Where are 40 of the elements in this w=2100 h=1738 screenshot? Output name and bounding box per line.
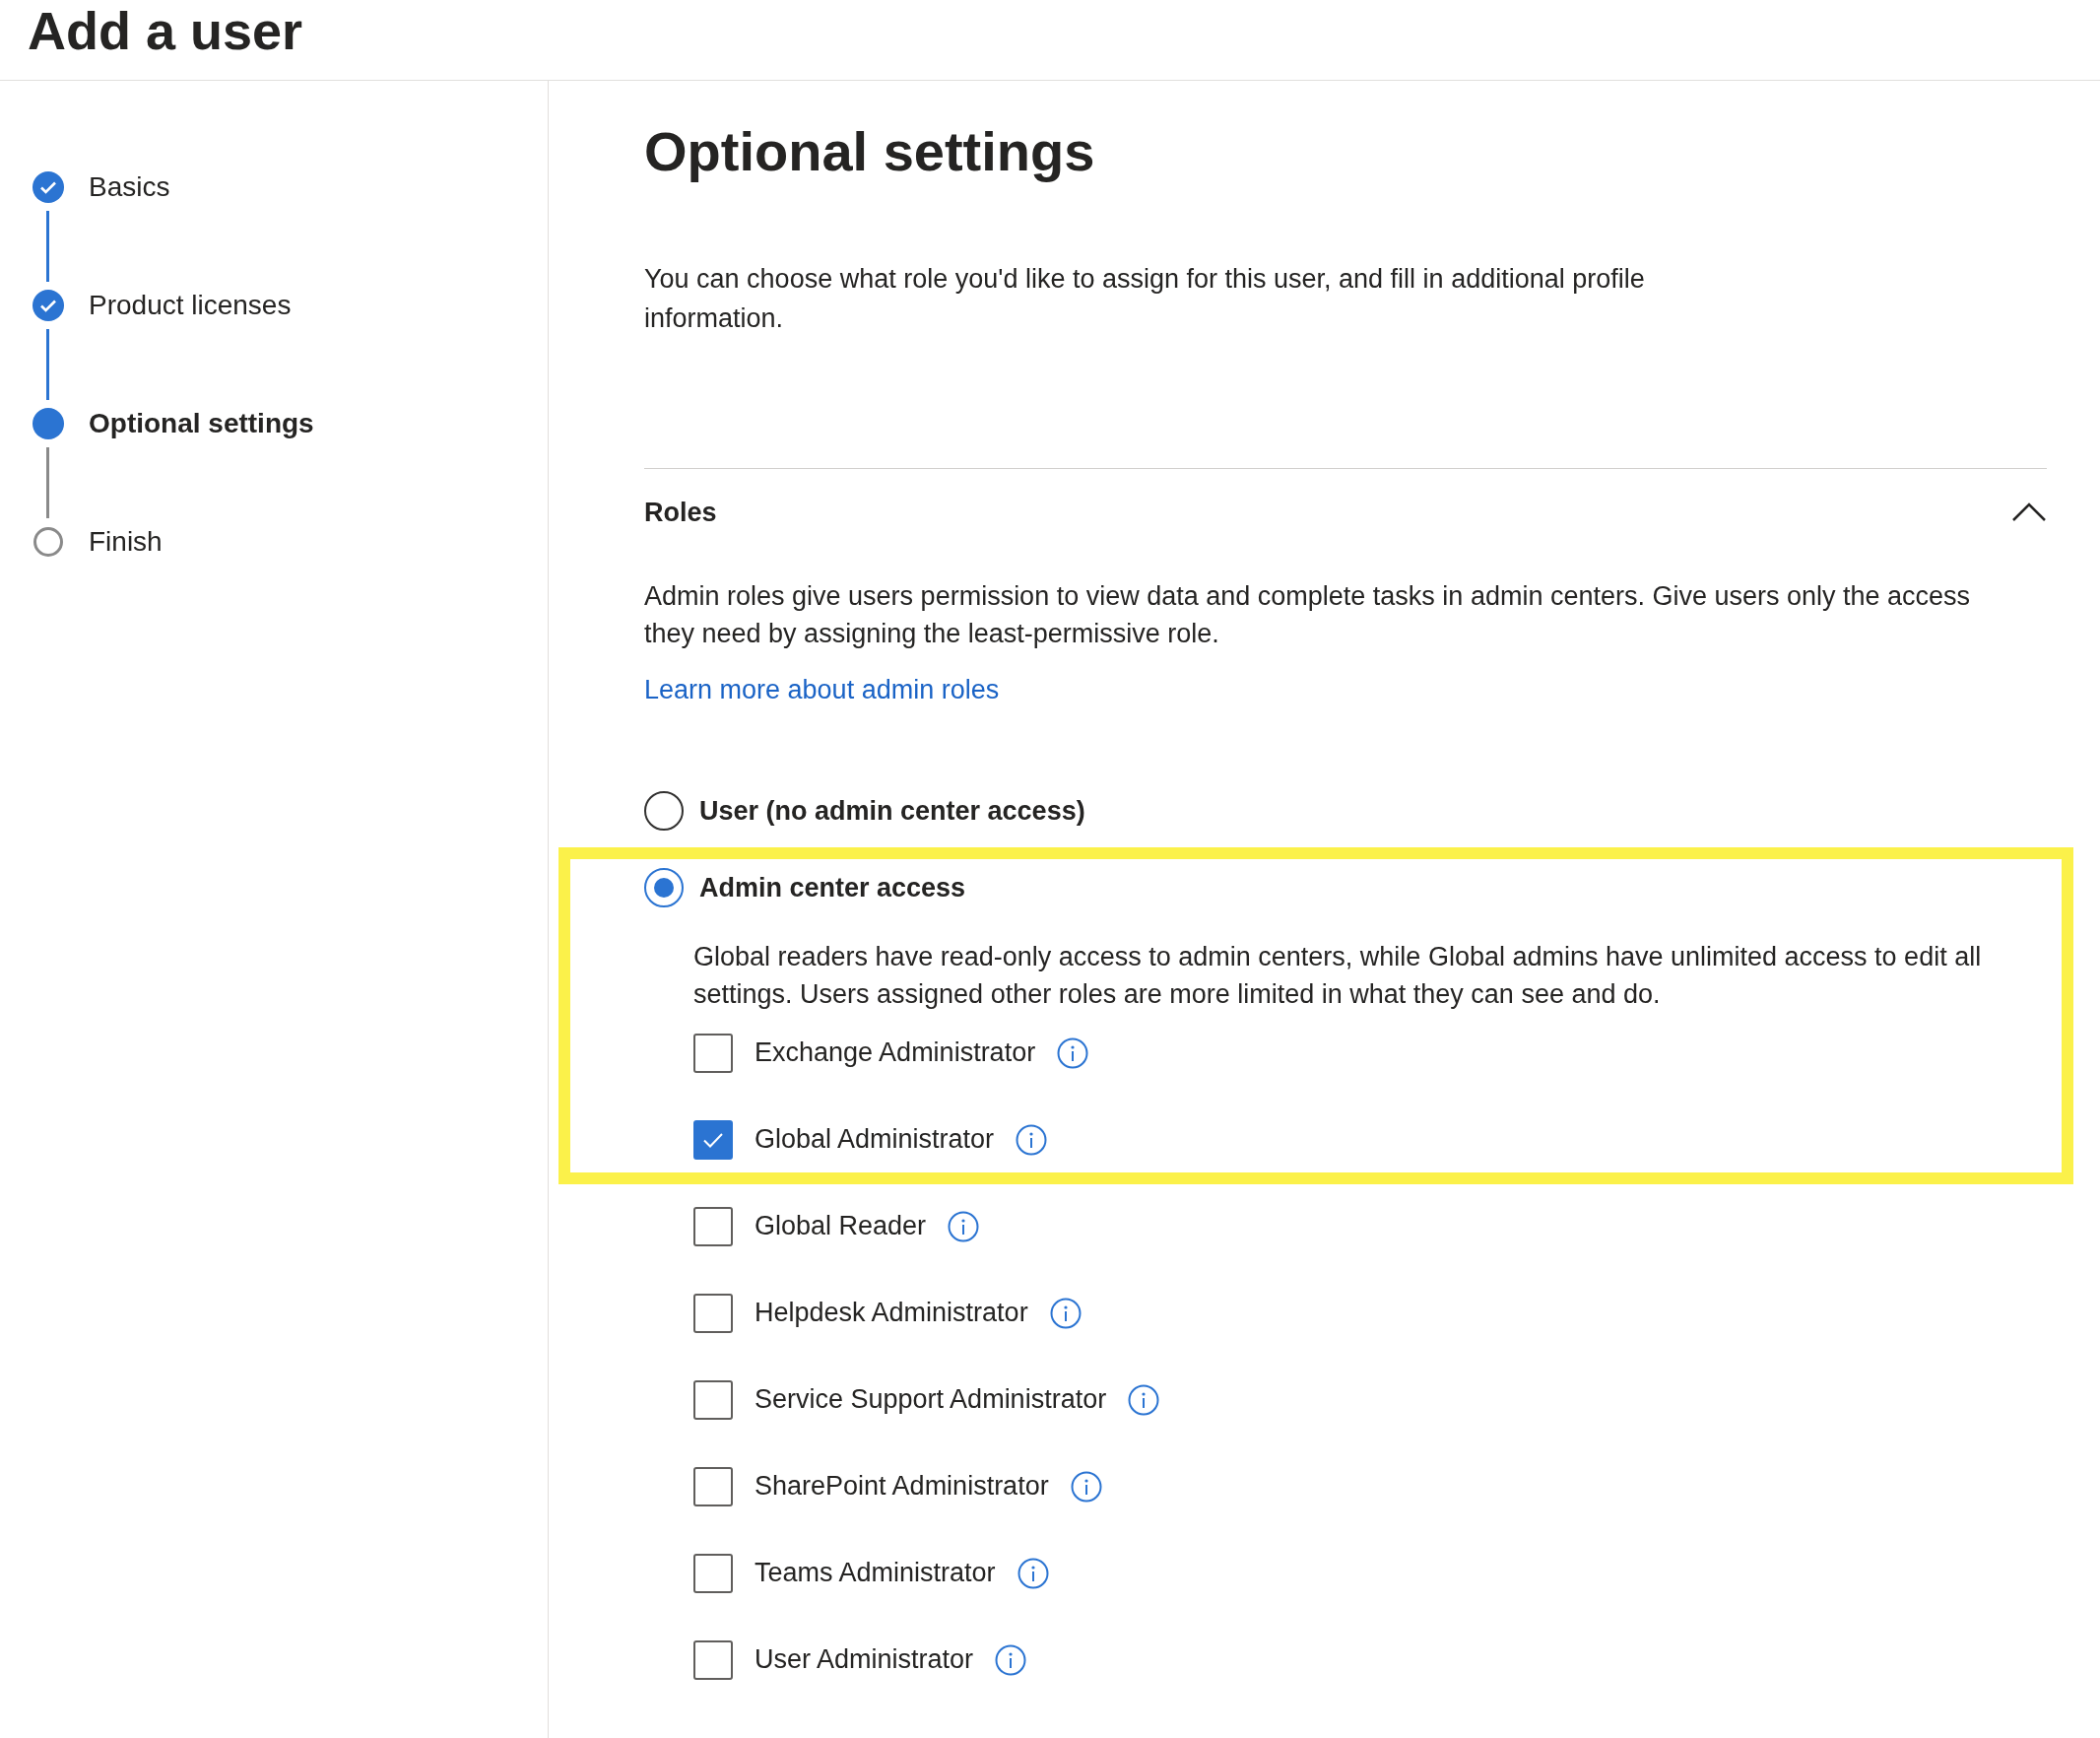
checkbox-label[interactable]: Global Reader bbox=[755, 1206, 927, 1246]
chevron-up-icon[interactable] bbox=[2011, 502, 2047, 523]
info-icon[interactable] bbox=[1016, 1123, 1048, 1156]
radio-label[interactable]: Admin center access bbox=[699, 868, 966, 908]
info-icon[interactable] bbox=[995, 1643, 1027, 1676]
page-title: Add a user bbox=[28, 3, 303, 57]
info-icon[interactable] bbox=[1049, 1297, 1082, 1329]
checkbox[interactable] bbox=[693, 1033, 733, 1073]
roles-heading: Roles bbox=[644, 496, 717, 529]
info-icon[interactable] bbox=[1070, 1470, 1102, 1503]
radio-button[interactable] bbox=[644, 790, 684, 831]
checkbox[interactable] bbox=[693, 1466, 733, 1506]
step-label[interactable]: Finish bbox=[89, 521, 163, 563]
checkbox-label[interactable]: Teams Administrator bbox=[755, 1553, 996, 1593]
section-title: Optional settings bbox=[644, 119, 1096, 184]
checkbox[interactable] bbox=[693, 1293, 733, 1333]
checkbox[interactable] bbox=[693, 1206, 733, 1246]
checkbox-label[interactable]: Global Administrator bbox=[755, 1119, 995, 1160]
info-icon[interactable] bbox=[1017, 1557, 1049, 1589]
checkbox[interactable] bbox=[693, 1119, 733, 1160]
radio-button[interactable] bbox=[644, 868, 684, 908]
learn-more-link[interactable]: Learn more about admin roles bbox=[644, 670, 1000, 710]
admin-description: Global readers have read-only access to admin centers, while Global admins have unlimited access to edit all settings. Users assigned other roles are more limited in what they can see and do. bbox=[693, 940, 1983, 1011]
description-text: You can choose what role you'd like to assign for this user, and fill in additional profile information. bbox=[644, 263, 1646, 336]
checkbox[interactable] bbox=[693, 1639, 733, 1680]
roles-description: Admin roles give users permission to view data and complete tasks in admin centers. Give users only the access they need by assigning the least-permissive role. bbox=[644, 580, 1972, 651]
info-icon[interactable] bbox=[948, 1210, 980, 1242]
checkbox-label[interactable]: Service Support Administrator bbox=[755, 1379, 1107, 1420]
checkbox-label[interactable]: SharePoint Administrator bbox=[755, 1466, 1049, 1506]
checkbox-label[interactable]: Helpdesk Administrator bbox=[755, 1293, 1028, 1333]
radio-label[interactable]: User (no admin center access) bbox=[699, 790, 1085, 832]
info-icon[interactable] bbox=[1128, 1383, 1160, 1416]
checkbox-label[interactable]: User Administrator bbox=[755, 1639, 974, 1680]
checkbox[interactable] bbox=[693, 1553, 733, 1593]
step-label[interactable]: Optional settings bbox=[89, 403, 314, 444]
info-icon[interactable] bbox=[1057, 1036, 1089, 1069]
checkbox[interactable] bbox=[693, 1379, 733, 1420]
step-label[interactable]: Product licenses bbox=[89, 285, 292, 326]
step-label[interactable]: Basics bbox=[89, 167, 170, 208]
checkbox-label[interactable]: Exchange Administrator bbox=[755, 1033, 1036, 1073]
